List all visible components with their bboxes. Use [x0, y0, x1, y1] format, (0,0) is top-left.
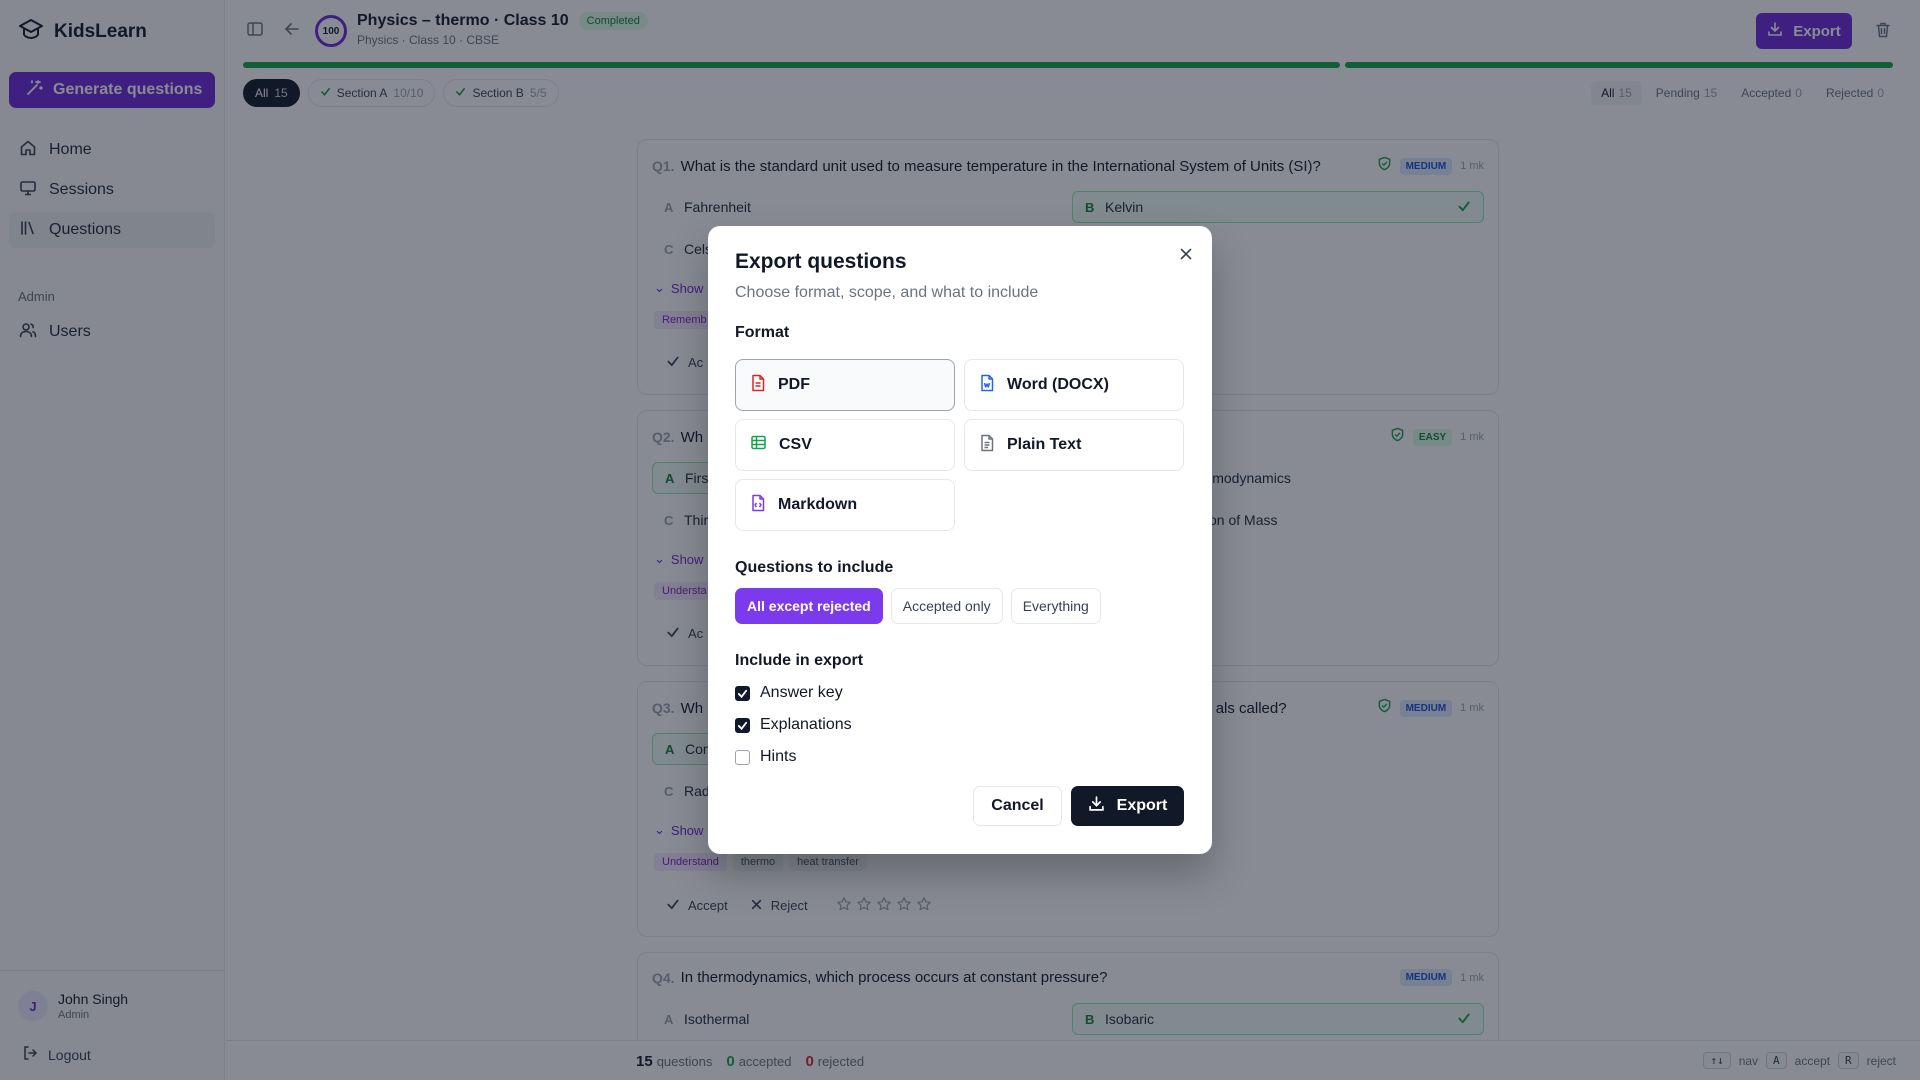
checkbox[interactable]	[735, 685, 750, 701]
include-section-label: Include in export	[735, 652, 864, 669]
format-option-docx[interactable]: Word (DOCX)	[964, 359, 1184, 411]
confirm-export-button[interactable]: Export	[1071, 786, 1184, 826]
format-section-label: Format	[735, 324, 790, 341]
cancel-button[interactable]: Cancel	[973, 786, 1062, 826]
scope-accepted-only[interactable]: Accepted only	[890, 588, 1003, 624]
format-option-csv[interactable]: CSV	[735, 419, 955, 471]
table-icon	[750, 434, 767, 456]
format-option-markdown[interactable]: Markdown	[735, 479, 955, 531]
checkbox-label: Hints	[760, 748, 797, 765]
export-dialog: Export questions Choose format, scope, a…	[708, 226, 1212, 854]
file-code-icon	[750, 494, 766, 517]
include-explanations[interactable]: Explanations	[735, 716, 852, 734]
scope-options: All except rejected Accepted only Everyt…	[735, 588, 1101, 624]
file-pdf-icon	[750, 374, 766, 397]
format-label: Markdown	[778, 496, 858, 513]
format-label: CSV	[779, 436, 812, 453]
format-option-pdf[interactable]: PDF	[735, 359, 955, 411]
file-text-icon	[979, 434, 995, 457]
checkbox[interactable]	[735, 749, 750, 765]
export-label: Export	[1116, 797, 1168, 814]
format-label: Plain Text	[1007, 436, 1082, 453]
scope-section-label: Questions to include	[735, 559, 894, 576]
format-label: PDF	[778, 376, 810, 393]
checkbox-label: Answer key	[760, 684, 843, 701]
close-icon[interactable]	[1178, 246, 1194, 267]
dialog-subtitle: Choose format, scope, and what to includ…	[735, 284, 1039, 301]
scope-all-except-rejected[interactable]: All except rejected	[735, 588, 883, 624]
checkbox[interactable]	[735, 717, 750, 733]
file-word-icon	[979, 374, 995, 397]
download-icon	[1088, 795, 1105, 817]
dialog-title: Export questions	[735, 250, 907, 273]
format-label: Word (DOCX)	[1007, 376, 1109, 393]
include-hints[interactable]: Hints	[735, 748, 796, 766]
format-option-plain-text[interactable]: Plain Text	[964, 419, 1184, 471]
scope-everything[interactable]: Everything	[1010, 588, 1101, 624]
checkbox-label: Explanations	[760, 716, 852, 733]
include-answer-key[interactable]: Answer key	[735, 684, 843, 702]
